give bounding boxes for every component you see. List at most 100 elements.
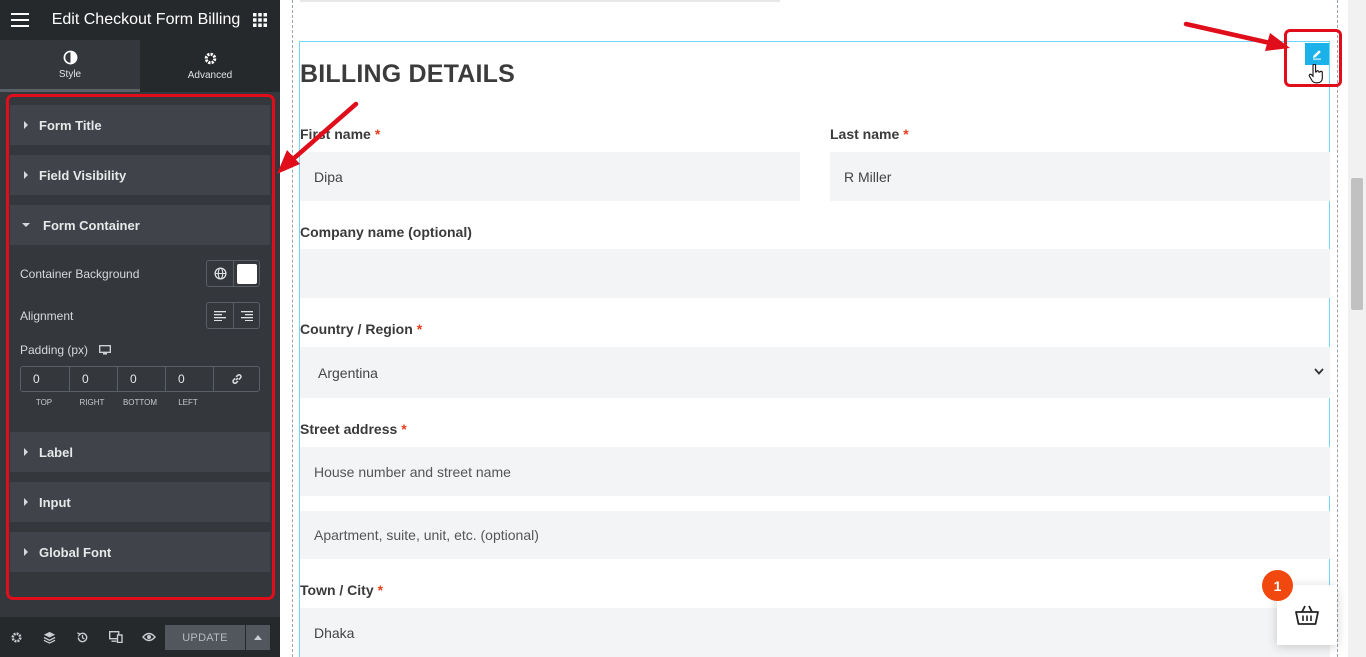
link-icon <box>231 374 242 384</box>
panel-header: Edit Checkout Form Billing <box>0 0 280 40</box>
first-name-input[interactable]: Dipa <box>300 152 800 201</box>
responsive-mode-icon[interactable] <box>99 617 132 657</box>
required-mark: * <box>374 126 381 142</box>
country-label-text: Country / Region <box>300 321 413 337</box>
alignment-control <box>206 302 260 329</box>
color-picker-button[interactable] <box>233 261 259 286</box>
padding-right-caption: RIGHT <box>79 398 105 407</box>
hamburger-menu-icon[interactable] <box>0 0 40 40</box>
town-city-label: Town / City * <box>300 582 383 598</box>
country-select[interactable]: Argentina <box>300 347 1330 398</box>
hand-cursor-icon <box>1308 64 1323 84</box>
caret-right-icon <box>24 121 28 129</box>
town-city-input[interactable]: Dhaka <box>300 608 1330 657</box>
panel-tabs: Style Advanced <box>0 40 280 92</box>
globe-icon <box>213 267 227 280</box>
street-address-line1-input[interactable]: House number and street name <box>300 447 1330 496</box>
caret-up-icon <box>254 635 262 640</box>
update-button[interactable]: UPDATE <box>165 625 245 650</box>
chevron-down-icon <box>1314 368 1324 375</box>
editor-panel: Edit Checkout Form Billing Style Advance… <box>0 0 280 657</box>
panel-footer: UPDATE <box>0 617 280 657</box>
tab-style-label: Style <box>58 68 82 80</box>
padding-left-caption: LEFT <box>178 398 198 407</box>
layers-icon[interactable] <box>33 617 66 657</box>
section-input-label: Input <box>39 494 71 510</box>
gear-icon <box>204 52 216 65</box>
padding-label: Padding (px) <box>20 343 112 358</box>
caret-down-icon <box>22 223 30 227</box>
company-name-label: Company name (optional) <box>300 224 472 240</box>
caret-right-icon <box>24 548 28 556</box>
section-form-title[interactable]: Form Title <box>10 105 270 145</box>
caret-right-icon <box>24 448 28 456</box>
section-boundary-right <box>1337 0 1338 657</box>
section-label[interactable]: Label <box>10 432 270 472</box>
preview-eye-icon[interactable] <box>132 617 165 657</box>
padding-right-input[interactable]: 0 <box>69 367 117 391</box>
cart-count-badge: 1 <box>1262 570 1293 601</box>
align-right-button[interactable] <box>233 303 259 328</box>
last-name-input[interactable]: R Miller <box>830 152 1330 201</box>
country-label: Country / Region * <box>300 321 422 337</box>
required-mark: * <box>401 421 407 437</box>
section-input[interactable]: Input <box>10 482 270 522</box>
billing-details-title: BILLING DETAILS <box>300 60 516 88</box>
caret-right-icon <box>24 498 28 506</box>
history-icon[interactable] <box>66 617 99 657</box>
section-boundary-left <box>292 0 293 657</box>
link-values-button[interactable] <box>213 367 259 391</box>
container-background-control <box>206 260 260 287</box>
align-left-button[interactable] <box>207 303 233 328</box>
padding-inputs: 0 0 0 0 <box>20 366 260 392</box>
section-form-title-label: Form Title <box>39 117 102 133</box>
global-color-button[interactable] <box>207 261 233 286</box>
update-options-button[interactable] <box>246 625 270 650</box>
tab-advanced-label: Advanced <box>187 70 233 81</box>
padding-bottom-input[interactable]: 0 <box>117 367 165 391</box>
tab-advanced[interactable]: Advanced <box>140 40 280 92</box>
alignment-label: Alignment <box>20 309 74 323</box>
scrollbar[interactable] <box>1348 0 1366 657</box>
scrollbar-thumb[interactable] <box>1351 178 1363 310</box>
padding-top-caption: TOP <box>35 398 53 407</box>
street-address-label-text: Street address <box>300 421 398 437</box>
town-city-label-text: Town / City <box>300 582 374 598</box>
country-select-value: Argentina <box>318 364 378 381</box>
padding-label-text: Padding (px) <box>20 343 89 357</box>
panel-content: Form Title Field Visibility Form Contain… <box>0 92 280 617</box>
section-global-font-label: Global Font <box>39 544 112 560</box>
section-global-font[interactable]: Global Font <box>10 532 270 572</box>
last-name-label-text: Last name <box>830 126 900 142</box>
desktop-icon[interactable] <box>99 344 112 358</box>
first-name-label-text: First name <box>300 126 371 142</box>
align-right-icon <box>240 310 253 321</box>
preview-canvas: BILLING DETAILS First name * Dipa Last na… <box>280 0 1366 657</box>
color-swatch <box>236 263 257 284</box>
padding-left-input[interactable]: 0 <box>165 367 213 391</box>
section-form-container-label: Form Container <box>43 217 140 233</box>
padding-top-input[interactable]: 0 <box>21 367 69 391</box>
section-label-label: Label <box>39 444 73 460</box>
widgets-grid-icon[interactable] <box>240 0 280 40</box>
caret-right-icon <box>24 171 28 179</box>
company-name-input[interactable] <box>300 249 1330 298</box>
section-field-visibility[interactable]: Field Visibility <box>10 155 270 195</box>
street-address-label: Street address * <box>300 421 407 437</box>
padding-bottom-caption: BOTTOM <box>122 398 158 407</box>
edit-widget-button[interactable] <box>1305 43 1329 65</box>
panel-title: Edit Checkout Form Billing <box>51 11 241 28</box>
tab-style[interactable]: Style <box>0 40 140 92</box>
basket-icon <box>1295 605 1319 625</box>
top-divider <box>300 0 780 2</box>
required-mark: * <box>903 126 909 142</box>
section-form-container[interactable]: Form Container <box>10 205 270 245</box>
half-circle-icon <box>63 50 77 64</box>
align-left-icon <box>214 310 226 321</box>
container-background-label: Container Background <box>20 267 140 281</box>
required-mark: * <box>416 321 423 337</box>
settings-gear-icon[interactable] <box>0 617 33 657</box>
street-address-line2-input[interactable]: Apartment, suite, unit, etc. (optional) <box>300 511 1330 559</box>
first-name-label: First name * <box>300 126 380 142</box>
pencil-icon <box>1313 50 1321 60</box>
